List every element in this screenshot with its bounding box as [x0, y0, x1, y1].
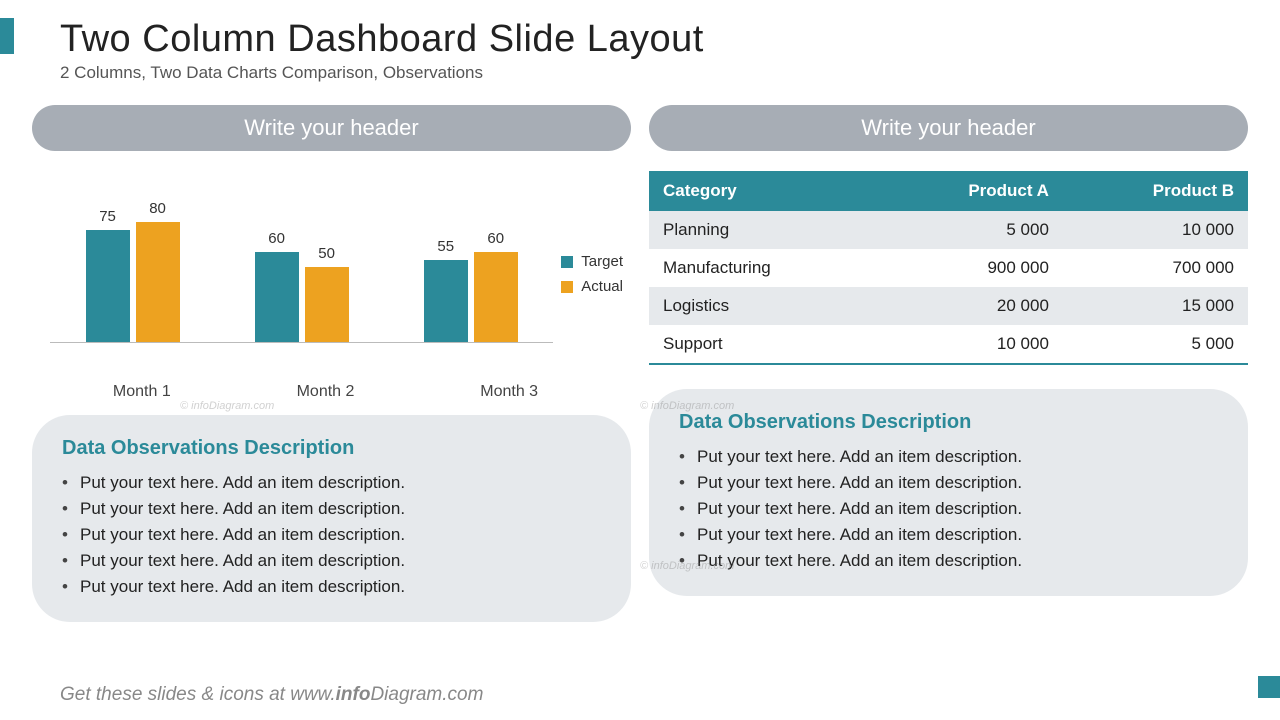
left-header: Write your header: [32, 105, 631, 151]
bar-target: 60: [255, 252, 299, 342]
right-header: Write your header: [649, 105, 1248, 151]
table-row: Manufacturing900 000700 000: [649, 249, 1248, 287]
table-cell: Support: [649, 325, 879, 364]
page-title: Two Column Dashboard Slide Layout: [60, 18, 1220, 61]
bar-label: 60: [474, 230, 518, 247]
x-label: Month 2: [234, 375, 418, 401]
bullet-item: Put your text here. Add an item descript…: [62, 470, 601, 496]
accent-bottom-right: [1258, 676, 1280, 698]
table-cell: 900 000: [879, 249, 1063, 287]
bullet-item: Put your text here. Add an item descript…: [679, 522, 1218, 548]
table-cell: 10 000: [1063, 211, 1248, 249]
table-cell: Logistics: [649, 287, 879, 325]
bar-actual: 60: [474, 252, 518, 342]
bar-actual: 50: [305, 267, 349, 342]
table-header: Product B: [1063, 171, 1248, 211]
table-header: Product A: [879, 171, 1063, 211]
table-wrap: CategoryProduct AProduct B Planning5 000…: [649, 165, 1248, 375]
table-row: Logistics20 00015 000: [649, 287, 1248, 325]
table-header: Category: [649, 171, 879, 211]
header: Two Column Dashboard Slide Layout 2 Colu…: [0, 0, 1280, 89]
watermark: © infoDiagram.com: [640, 560, 734, 572]
right-observations: Data Observations Description Put your t…: [649, 389, 1248, 596]
footer: Get these slides & icons at www.infoDiag…: [60, 684, 483, 706]
bar-actual: 80: [136, 222, 180, 342]
watermark: © infoDiagram.com: [180, 400, 274, 412]
bar-label: 50: [305, 245, 349, 262]
bullet-item: Put your text here. Add an item descript…: [679, 470, 1218, 496]
bar-chart: 758060505560 Target Actual: [32, 165, 631, 375]
col-right: Write your header CategoryProduct AProdu…: [649, 105, 1248, 622]
bar-target: 55: [424, 260, 468, 343]
table-cell: 5 000: [879, 211, 1063, 249]
bar-label: 80: [136, 200, 180, 217]
table-cell: 20 000: [879, 287, 1063, 325]
left-observations: Data Observations Description Put your t…: [32, 415, 631, 622]
bar-label: 60: [255, 230, 299, 247]
legend-actual: Actual: [581, 278, 623, 295]
table-cell: Manufacturing: [649, 249, 879, 287]
chart-wrap: 758060505560 Target Actual Month 1Month …: [32, 165, 631, 401]
data-table: CategoryProduct AProduct B Planning5 000…: [649, 171, 1248, 365]
bar-target: 75: [86, 230, 130, 343]
x-label: Month 3: [417, 375, 601, 401]
bullet-item: Put your text here. Add an item descript…: [62, 496, 601, 522]
table-cell: 15 000: [1063, 287, 1248, 325]
month-group: 6050: [231, 192, 372, 342]
bar-label: 55: [424, 238, 468, 255]
table-cell: 10 000: [879, 325, 1063, 364]
content: Write your header 758060505560 Target Ac…: [0, 89, 1280, 622]
left-bullets: Put your text here. Add an item descript…: [62, 470, 601, 600]
right-obs-title: Data Observations Description: [679, 411, 1218, 434]
accent-left: [0, 18, 14, 54]
month-group: 5560: [400, 192, 541, 342]
bullet-item: Put your text here. Add an item descript…: [679, 444, 1218, 470]
x-axis-labels: Month 1Month 2Month 3: [32, 375, 631, 401]
table-cell: Planning: [649, 211, 879, 249]
table-row: Planning5 00010 000: [649, 211, 1248, 249]
bullet-item: Put your text here. Add an item descript…: [62, 574, 601, 600]
col-left: Write your header 758060505560 Target Ac…: [32, 105, 631, 622]
bullet-item: Put your text here. Add an item descript…: [679, 548, 1218, 574]
left-obs-title: Data Observations Description: [62, 437, 601, 460]
watermark: © infoDiagram.com: [640, 400, 734, 412]
right-bullets: Put your text here. Add an item descript…: [679, 444, 1218, 574]
table-row: Support10 0005 000: [649, 325, 1248, 364]
legend-target: Target: [581, 253, 623, 270]
x-label: Month 1: [50, 375, 234, 401]
month-group: 7580: [62, 192, 203, 342]
bullet-item: Put your text here. Add an item descript…: [62, 548, 601, 574]
legend-swatch-target: [561, 256, 573, 268]
bullet-item: Put your text here. Add an item descript…: [679, 496, 1218, 522]
legend: Target Actual: [553, 173, 623, 375]
page-subtitle: 2 Columns, Two Data Charts Comparison, O…: [60, 63, 1220, 83]
table-cell: 5 000: [1063, 325, 1248, 364]
table-cell: 700 000: [1063, 249, 1248, 287]
legend-swatch-actual: [561, 281, 573, 293]
bullet-item: Put your text here. Add an item descript…: [62, 522, 601, 548]
bar-label: 75: [86, 208, 130, 225]
